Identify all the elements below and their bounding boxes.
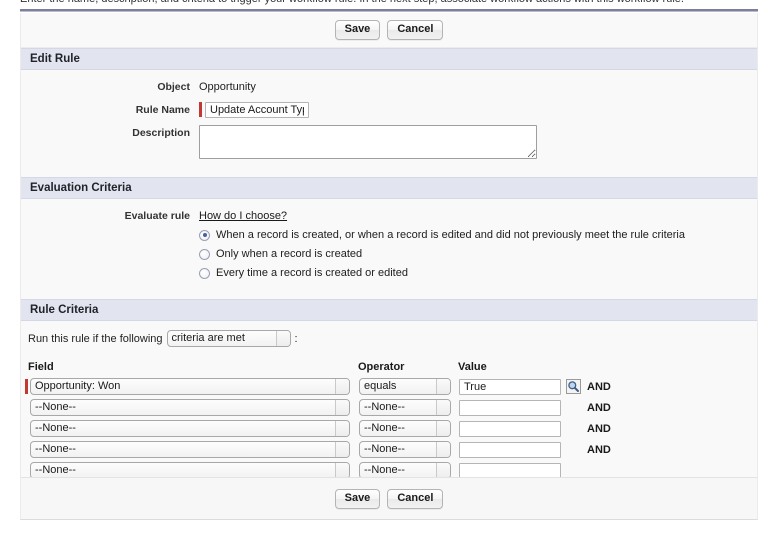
required-marker-row-4 — [25, 463, 28, 478]
lookup-placeholder-3 — [566, 442, 581, 457]
evaluation-criteria-section-header: Evaluation Criteria — [21, 177, 757, 199]
field-select-3[interactable]: --None-- — [30, 441, 350, 458]
table-row: Opportunity: Won equals — [21, 376, 757, 397]
operator-select-wrap-1[interactable]: --None-- — [359, 399, 451, 416]
radio-icon-only-created[interactable] — [199, 249, 210, 260]
header-divider — [20, 9, 758, 12]
lookup-placeholder-4 — [566, 463, 581, 478]
field-select-1[interactable]: --None-- — [30, 399, 350, 416]
field-select-wrap-2[interactable]: --None-- — [30, 420, 350, 437]
field-select-0[interactable]: Opportunity: Won — [30, 378, 350, 395]
radio-icon-every-time[interactable] — [199, 268, 210, 279]
value-cell-2 — [459, 421, 561, 437]
run-rule-suffix-label: : — [295, 333, 298, 345]
table-row: --None-- --None-- AND — [21, 397, 757, 418]
save-button-top[interactable]: Save — [335, 20, 381, 40]
required-marker-row-1 — [25, 400, 28, 415]
object-value: Opportunity — [199, 79, 256, 95]
required-marker-row-2 — [25, 421, 28, 436]
run-rule-prefix-label: Run this rule if the following — [28, 333, 163, 345]
operator-select-1[interactable]: --None-- — [359, 399, 451, 416]
evaluate-rule-row: Evaluate rule How do I choose? When a re… — [21, 208, 757, 281]
top-button-bar: Save Cancel — [21, 13, 757, 48]
value-cell-1 — [459, 400, 561, 416]
evaluate-option-0-label: When a record is created, or when a reco… — [216, 227, 685, 243]
column-header-field: Field — [28, 361, 358, 373]
value-cell-3 — [459, 442, 561, 458]
evaluate-option-2[interactable]: Every time a record is created or edited — [199, 265, 408, 281]
cancel-button-bottom[interactable]: Cancel — [387, 489, 443, 509]
operator-select-2[interactable]: --None-- — [359, 420, 451, 437]
field-select-wrap-0[interactable]: Opportunity: Won — [30, 378, 350, 395]
evaluate-option-2-label: Every time a record is created or edited — [216, 265, 408, 281]
required-marker-row-3 — [25, 442, 28, 457]
form-container: Save Cancel Edit Rule Object Opportunity… — [20, 13, 758, 520]
evaluate-option-1-label: Only when a record is created — [216, 246, 362, 262]
description-label: Description — [21, 125, 199, 141]
column-header-value: Value — [458, 361, 568, 373]
criteria-mode-select[interactable]: criteria are met — [167, 330, 291, 347]
operator-select-wrap-2[interactable]: --None-- — [359, 420, 451, 437]
rule-name-input[interactable] — [205, 102, 309, 118]
rule-name-row: Rule Name — [21, 102, 757, 118]
value-cell-0 — [459, 379, 561, 395]
evaluate-option-0[interactable]: When a record is created, or when a reco… — [199, 227, 685, 243]
and-label-2: AND — [587, 423, 611, 435]
required-marker-row-0 — [25, 379, 28, 394]
run-rule-condition-row: Run this rule if the following criteria … — [21, 330, 757, 347]
description-textarea[interactable] — [199, 125, 537, 159]
lookup-icon[interactable] — [566, 379, 581, 394]
radio-icon-created-or-edited[interactable] — [199, 230, 210, 241]
save-button-bottom[interactable]: Save — [335, 489, 381, 509]
value-input-0[interactable] — [459, 379, 561, 395]
edit-rule-section-header: Edit Rule — [21, 48, 757, 70]
operator-select-0[interactable]: equals — [359, 378, 451, 395]
value-input-3[interactable] — [459, 442, 561, 458]
instruction-text: Enter the name, description, and criteri… — [20, 0, 684, 5]
operator-select-wrap-3[interactable]: --None-- — [359, 441, 451, 458]
description-row: Description — [21, 125, 757, 159]
lookup-placeholder-2 — [566, 421, 581, 436]
criteria-column-headers: Field Operator Value — [21, 361, 757, 373]
value-input-1[interactable] — [459, 400, 561, 416]
cancel-button-top[interactable]: Cancel — [387, 20, 443, 40]
evaluate-rule-label: Evaluate rule — [21, 208, 199, 224]
table-row: --None-- --None-- AND — [21, 418, 757, 439]
instruction-text-clipped: Enter the name, description, and criteri… — [20, 0, 758, 9]
field-select-wrap-3[interactable]: --None-- — [30, 441, 350, 458]
evaluation-criteria-section-body: Evaluate rule How do I choose? When a re… — [21, 199, 757, 299]
criteria-mode-select-wrap[interactable]: criteria are met — [167, 330, 291, 347]
rule-criteria-section-header: Rule Criteria — [21, 299, 757, 321]
field-select-wrap-1[interactable]: --None-- — [30, 399, 350, 416]
operator-select-3[interactable]: --None-- — [359, 441, 451, 458]
evaluate-option-1[interactable]: Only when a record is created — [199, 246, 362, 262]
column-header-operator: Operator — [358, 361, 458, 373]
lookup-placeholder-1 — [566, 400, 581, 415]
object-row: Object Opportunity — [21, 79, 757, 95]
operator-select-wrap-0[interactable]: equals — [359, 378, 451, 395]
and-label-0: AND — [587, 381, 611, 393]
edit-rule-section-body: Object Opportunity Rule Name Description — [21, 70, 757, 177]
and-label-3: AND — [587, 444, 611, 456]
required-marker-rule-name — [199, 102, 202, 117]
object-label: Object — [21, 79, 199, 95]
workflow-rule-edit-page: Enter the name, description, and criteri… — [0, 0, 768, 547]
value-input-2[interactable] — [459, 421, 561, 437]
bottom-button-bar: Save Cancel — [21, 477, 757, 519]
table-row: --None-- --None-- AND — [21, 439, 757, 460]
field-select-2[interactable]: --None-- — [30, 420, 350, 437]
rule-name-label: Rule Name — [21, 102, 199, 118]
and-label-1: AND — [587, 402, 611, 414]
how-do-i-choose-link[interactable]: How do I choose? — [199, 208, 287, 224]
